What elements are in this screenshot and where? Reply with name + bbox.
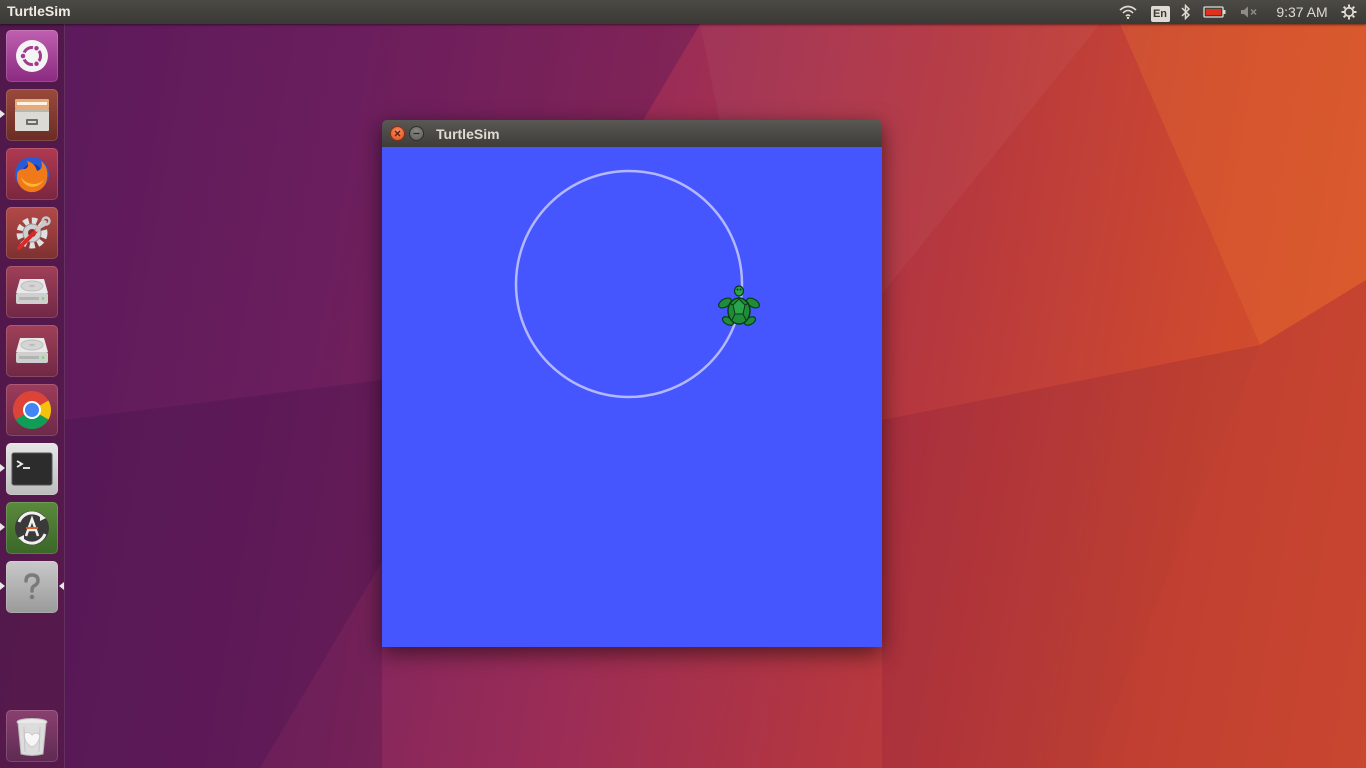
disk-drive-launcher-button-2[interactable] [6, 325, 58, 377]
running-indicator [0, 523, 5, 531]
turtle-path-trail [514, 169, 744, 399]
window-title: TurtleSim [436, 126, 500, 142]
file-cabinet-icon [15, 99, 49, 131]
turtle-icon [718, 285, 760, 326]
window-titlebar[interactable]: TurtleSim [382, 120, 882, 147]
terminal-launcher-button[interactable] [6, 443, 58, 495]
system-settings-launcher-button[interactable] [6, 207, 58, 259]
wifi-icon[interactable] [1117, 0, 1139, 24]
disk-drive-icon [16, 279, 48, 304]
ubuntu-dash-button[interactable] [6, 30, 58, 82]
files-launcher-button[interactable] [6, 89, 58, 141]
terminal-icon [11, 452, 53, 486]
clock-label: 9:37 AM [1276, 4, 1328, 20]
bluetooth-icon[interactable] [1178, 0, 1194, 24]
running-indicator [0, 582, 5, 590]
keyboard-layout-indicator[interactable]: En [1150, 0, 1170, 24]
running-indicator [0, 110, 5, 118]
ubuntu-logo-icon [16, 40, 48, 72]
question-mark-icon [24, 573, 40, 600]
active-app-title: TurtleSim [7, 3, 71, 19]
trash-icon [16, 718, 48, 756]
battery-icon[interactable] [1202, 0, 1228, 24]
settings-gear-wrench-icon [16, 216, 51, 250]
turtlesim-launcher-button[interactable] [6, 561, 58, 613]
firefox-launcher-button[interactable] [6, 148, 58, 200]
volume-muted-icon[interactable] [1238, 0, 1260, 24]
clock[interactable]: 9:37 AM [1272, 0, 1332, 24]
disk-drive-launcher-button[interactable] [6, 266, 58, 318]
firefox-icon [15, 157, 49, 193]
minimize-icon [413, 132, 420, 135]
turtlesim-canvas[interactable] [382, 147, 882, 647]
turtlesim-window[interactable]: TurtleSim [382, 120, 882, 647]
trash-launcher-button[interactable] [6, 710, 58, 762]
keyboard-layout-label: En [1150, 6, 1170, 22]
software-updater-launcher-button[interactable] [6, 502, 58, 554]
software-updater-icon [15, 511, 49, 545]
minimize-button[interactable] [409, 126, 424, 141]
running-indicator [0, 464, 5, 472]
focused-indicator [59, 582, 64, 590]
chrome-launcher-button[interactable] [6, 384, 58, 436]
session-gear-icon[interactable] [1339, 0, 1359, 24]
disk-drive-icon [16, 338, 48, 363]
close-icon [394, 130, 401, 137]
top-panel: TurtleSim En 9:37 AM [0, 0, 1366, 24]
close-button[interactable] [390, 126, 405, 141]
chrome-icon [13, 391, 51, 429]
launcher [0, 24, 65, 768]
